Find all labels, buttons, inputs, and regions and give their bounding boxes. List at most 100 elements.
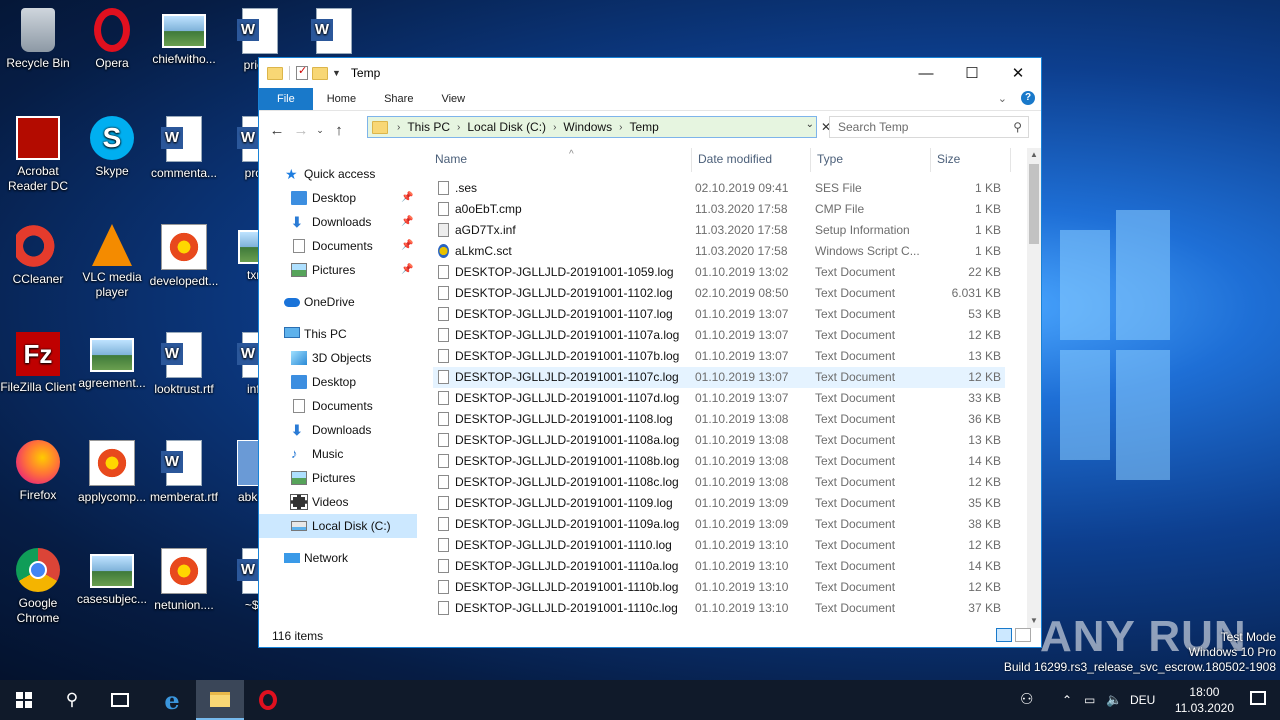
- desktop-icon-acrobat-reader-dc[interactable]: Acrobat Reader DC: [0, 116, 76, 194]
- chevron-right-icon[interactable]: ›: [550, 122, 559, 133]
- new-folder-icon[interactable]: [312, 66, 328, 80]
- desktop-icon-memberat-rtf[interactable]: memberat.rtf: [146, 440, 222, 505]
- desktop-icon-netunion[interactable]: netunion....: [146, 548, 222, 613]
- nav-qa-documents[interactable]: Documents 📌: [259, 234, 417, 258]
- chevron-down-icon[interactable]: ⌄: [806, 119, 814, 130]
- taskbar-file-explorer[interactable]: [196, 680, 244, 720]
- tab-file[interactable]: File: [259, 88, 313, 110]
- nav-desktop[interactable]: Desktop: [259, 370, 417, 394]
- address-bar[interactable]: › This PC › Local Disk (C:) › Windows › …: [367, 116, 817, 138]
- nav-network[interactable]: Network: [259, 546, 417, 570]
- nav-downloads[interactable]: ⬇ Downloads: [259, 418, 417, 442]
- desktop-icon-looktrust-rtf[interactable]: looktrust.rtf: [146, 332, 222, 397]
- tab-home[interactable]: Home: [313, 88, 370, 110]
- breadcrumb-this-pc[interactable]: This PC: [403, 120, 454, 134]
- up-button[interactable]: ↑: [327, 122, 351, 139]
- table-row[interactable]: .ses 02.10.2019 09:41 SES File 1 KB: [433, 178, 1005, 199]
- task-view-button[interactable]: [96, 680, 144, 720]
- desktop-icon-vlc-media-player[interactable]: VLC media player: [74, 224, 150, 300]
- table-row[interactable]: DESKTOP-JGLLJLD-20191001-1108b.log 01.10.…: [433, 451, 1005, 472]
- tab-view[interactable]: View: [427, 88, 479, 110]
- nav-onedrive[interactable]: OneDrive: [259, 290, 417, 314]
- table-row[interactable]: DESKTOP-JGLLJLD-20191001-1109.log 01.10.2…: [433, 493, 1005, 514]
- desktop-icon-commenta[interactable]: commenta...: [146, 116, 222, 181]
- table-row[interactable]: DESKTOP-JGLLJLD-20191001-1102.log 02.10.2…: [433, 283, 1005, 304]
- table-row[interactable]: a0oEbT.cmp 11.03.2020 17:58 CMP File 1 KB: [433, 199, 1005, 220]
- table-row[interactable]: DESKTOP-JGLLJLD-20191001-1107c.log 01.10.…: [433, 367, 1005, 388]
- table-row[interactable]: DESKTOP-JGLLJLD-20191001-1110c.log 01.10.…: [433, 598, 1005, 619]
- minimize-button[interactable]: —: [903, 58, 949, 88]
- desktop-icon-filezilla-client[interactable]: Fz FileZilla Client: [0, 332, 76, 395]
- chevron-right-icon[interactable]: ›: [616, 122, 625, 133]
- desktop-icon-agreement[interactable]: agreement...: [74, 332, 150, 391]
- chevron-right-icon[interactable]: ›: [454, 122, 463, 133]
- desktop-icon-document[interactable]: [296, 8, 372, 58]
- input-language[interactable]: DEU: [1130, 680, 1155, 720]
- nav-qa-desktop[interactable]: Desktop 📌: [259, 186, 417, 210]
- desktop-icon-recycle-bin[interactable]: Recycle Bin: [0, 8, 76, 71]
- nav-this-pc[interactable]: This PC: [259, 322, 417, 346]
- desktop-icon-applycomp[interactable]: applycomp...: [74, 440, 150, 505]
- desktop-icon-google-chrome[interactable]: Google Chrome: [0, 548, 76, 626]
- title-bar[interactable]: ▼ Temp — ☐ ✕: [259, 58, 1041, 88]
- back-button[interactable]: ←: [265, 122, 289, 139]
- taskbar-opera[interactable]: [244, 680, 292, 720]
- breadcrumb-local-disk[interactable]: Local Disk (C:): [463, 120, 550, 134]
- nav-videos[interactable]: Videos: [259, 490, 417, 514]
- start-button[interactable]: [0, 680, 48, 720]
- desktop-icon-firefox[interactable]: Firefox: [0, 440, 76, 503]
- customize-toolbar-icon[interactable]: ▼: [332, 68, 341, 78]
- people-icon[interactable]: ⚇: [1020, 680, 1033, 720]
- table-row[interactable]: DESKTOP-JGLLJLD-20191001-1108a.log 01.10.…: [433, 430, 1005, 451]
- nav-quick-access[interactable]: ★ Quick access: [259, 162, 417, 186]
- notifications-icon[interactable]: [1250, 691, 1266, 705]
- breadcrumb-windows[interactable]: Windows: [559, 120, 616, 134]
- desktop-icon-opera[interactable]: Opera: [74, 8, 150, 71]
- pin-icon[interactable]: 📌: [401, 258, 413, 282]
- details-view-icon[interactable]: [996, 628, 1012, 642]
- nav-music[interactable]: ♪ Music: [259, 442, 417, 466]
- desktop-icon-ccleaner[interactable]: CCleaner: [0, 224, 76, 287]
- chevron-right-icon[interactable]: ›: [394, 122, 403, 133]
- nav-3d-objects[interactable]: 3D Objects: [259, 346, 417, 370]
- expand-ribbon-icon[interactable]: ⌄: [998, 92, 1007, 105]
- tab-share[interactable]: Share: [370, 88, 427, 110]
- pin-icon[interactable]: 📌: [401, 186, 413, 210]
- search-button[interactable]: ⚲: [48, 680, 96, 720]
- search-input[interactable]: Search Temp ⚲: [829, 116, 1029, 138]
- help-icon[interactable]: ?: [1021, 91, 1035, 105]
- nav-documents[interactable]: Documents: [259, 394, 417, 418]
- desktop-icon-developedt[interactable]: developedt...: [146, 224, 222, 289]
- recent-locations-button[interactable]: ⌄: [313, 125, 327, 136]
- table-row[interactable]: DESKTOP-JGLLJLD-20191001-1110a.log 01.10.…: [433, 556, 1005, 577]
- table-row[interactable]: DESKTOP-JGLLJLD-20191001-1110.log 01.10.2…: [433, 535, 1005, 556]
- pin-icon[interactable]: 📌: [401, 210, 413, 234]
- table-row[interactable]: DESKTOP-JGLLJLD-20191001-1108c.log 01.10.…: [433, 472, 1005, 493]
- network-status-icon[interactable]: ▭: [1084, 680, 1095, 720]
- desktop-icon-chiefwitho[interactable]: chiefwitho...: [146, 8, 222, 67]
- scroll-up-icon[interactable]: ▲: [1027, 148, 1041, 162]
- table-row[interactable]: DESKTOP-JGLLJLD-20191001-1108.log 01.10.2…: [433, 409, 1005, 430]
- taskbar-edge[interactable]: e: [148, 680, 196, 720]
- table-row[interactable]: DESKTOP-JGLLJLD-20191001-1107b.log 01.10.…: [433, 346, 1005, 367]
- close-button[interactable]: ✕: [995, 58, 1041, 88]
- nav-qa-downloads[interactable]: ⬇ Downloads 📌: [259, 210, 417, 234]
- chevron-up-icon[interactable]: ⌃: [1062, 680, 1072, 720]
- desktop-icon-casesubjec[interactable]: casesubjec...: [74, 548, 150, 607]
- volume-icon[interactable]: 🔈: [1106, 680, 1122, 720]
- column-date[interactable]: Date modified: [691, 148, 811, 172]
- table-row[interactable]: aGD7Tx.inf 11.03.2020 17:58 Setup Informat…: [433, 220, 1005, 241]
- desktop-icon-skype[interactable]: S Skype: [74, 116, 150, 179]
- column-name[interactable]: Name ^: [429, 148, 691, 172]
- table-row[interactable]: DESKTOP-JGLLJLD-20191001-1110b.log 01.10.…: [433, 577, 1005, 598]
- table-row[interactable]: DESKTOP-JGLLJLD-20191001-1107.log 01.10.2…: [433, 304, 1005, 325]
- maximize-button[interactable]: ☐: [949, 58, 995, 88]
- large-icons-view-icon[interactable]: [1015, 628, 1031, 642]
- pin-icon[interactable]: 📌: [401, 234, 413, 258]
- nav-local-disk[interactable]: Local Disk (C:): [259, 514, 417, 538]
- breadcrumb-temp[interactable]: Temp: [625, 120, 662, 134]
- nav-qa-pictures[interactable]: Pictures 📌: [259, 258, 417, 282]
- table-row[interactable]: DESKTOP-JGLLJLD-20191001-1059.log 01.10.2…: [433, 262, 1005, 283]
- forward-button[interactable]: →: [289, 122, 313, 139]
- column-size[interactable]: Size: [931, 148, 1011, 172]
